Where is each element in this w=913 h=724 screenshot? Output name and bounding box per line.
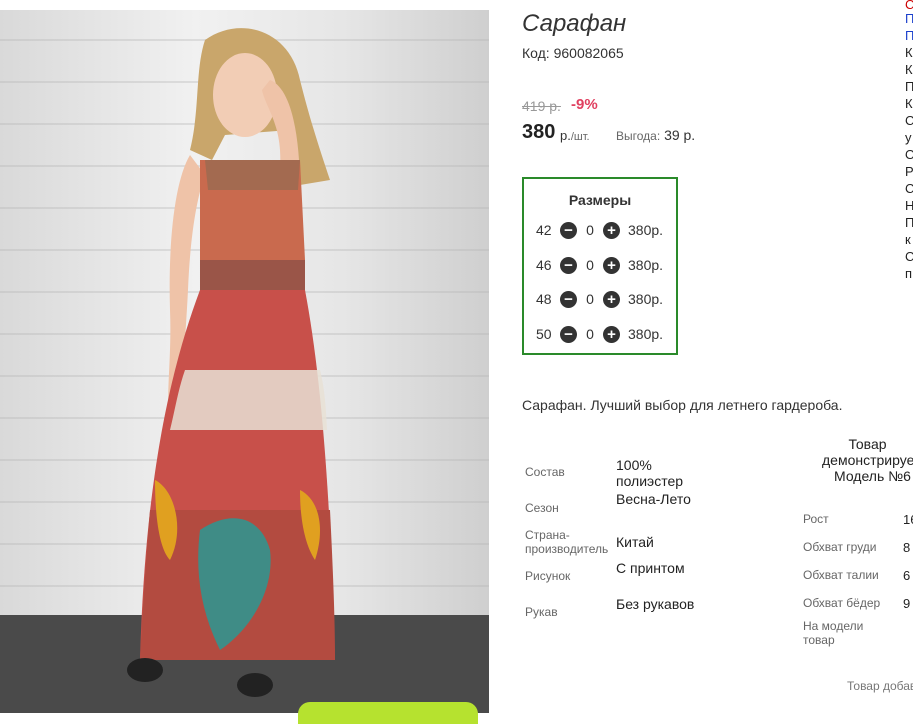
side-menu-item[interactable]: О bbox=[905, 146, 913, 163]
size-quantity: 0 bbox=[586, 222, 594, 238]
side-menu-item[interactable]: К bbox=[905, 95, 913, 112]
sizes-title: Размеры bbox=[568, 192, 632, 208]
minus-circle-icon[interactable]: − bbox=[560, 256, 577, 274]
side-menu-item[interactable]: К bbox=[905, 44, 913, 61]
side-menu-item[interactable]: П bbox=[905, 10, 913, 27]
side-menu: С П П К К П К С у О Р С Н П к С п bbox=[905, 0, 913, 282]
side-menu-item[interactable]: С bbox=[905, 180, 913, 197]
product-title: Сарафан bbox=[522, 10, 627, 37]
model-line: демонстрируе bbox=[822, 452, 913, 468]
old-price: 419 р. bbox=[522, 98, 561, 114]
side-menu-item[interactable]: С bbox=[905, 112, 913, 129]
side-menu-item[interactable]: п bbox=[905, 265, 913, 282]
minus-circle-icon[interactable]: − bbox=[560, 290, 577, 308]
attribute-value: Китай bbox=[616, 534, 654, 550]
size-quantity: 0 bbox=[586, 326, 594, 342]
side-menu-item[interactable]: П bbox=[905, 78, 913, 95]
size-number: 42 bbox=[536, 222, 552, 238]
plus-circle-icon[interactable]: + bbox=[603, 256, 620, 274]
model-info: Товар демонстрируе Модель №6 bbox=[822, 436, 913, 484]
side-menu-item[interactable]: Н bbox=[905, 197, 913, 214]
sizes-selector: Размеры 42 − 0 + 380р. 46 − 0 + 380р. 48… bbox=[522, 177, 678, 355]
attribute-key: Рукав bbox=[525, 605, 558, 619]
current-price: 380 bbox=[522, 121, 556, 143]
attribute-value: 100% полиэстер bbox=[616, 457, 684, 489]
side-menu-item[interactable]: у bbox=[905, 129, 913, 146]
attribute-value: Без рукавов bbox=[616, 596, 695, 612]
measure-value: 6 bbox=[903, 568, 911, 583]
discount-badge: -9% bbox=[571, 96, 598, 113]
minus-circle-icon[interactable]: − bbox=[560, 325, 577, 343]
benefit: Выгода: 39 р. bbox=[616, 127, 695, 143]
side-menu-item[interactable]: П bbox=[905, 214, 913, 231]
measure-value: 16 bbox=[903, 512, 913, 527]
attribute-key: Страна-производитель bbox=[525, 528, 609, 556]
product-code-value: 960082065 bbox=[553, 45, 624, 61]
product-code-label: Код: bbox=[522, 45, 550, 61]
measure-key: На модели товар bbox=[803, 619, 864, 647]
price-currency: р. bbox=[560, 128, 571, 143]
benefit-value: 39 р. bbox=[664, 127, 696, 143]
size-row: 46 − 0 + 380р. bbox=[536, 255, 663, 275]
plus-circle-icon[interactable]: + bbox=[603, 221, 620, 239]
measure-key: Обхват талии bbox=[803, 568, 879, 582]
size-quantity: 0 bbox=[586, 257, 594, 273]
size-row: 50 − 0 + 380р. bbox=[536, 324, 663, 344]
size-quantity: 0 bbox=[586, 291, 594, 307]
measure-key: Рост bbox=[803, 512, 829, 526]
size-row: 42 − 0 + 380р. bbox=[536, 220, 663, 240]
side-menu-item[interactable]: К bbox=[905, 61, 913, 78]
product-photo[interactable] bbox=[0, 10, 489, 713]
add-to-cart-button[interactable] bbox=[298, 702, 478, 724]
size-price: 380р. bbox=[628, 257, 664, 273]
price-per-unit: /шт. bbox=[570, 131, 590, 143]
product-code: Код: 960082065 bbox=[522, 45, 624, 61]
bottom-note: Товар добав bbox=[847, 679, 913, 693]
size-number: 46 bbox=[536, 257, 552, 273]
dress-photo-illustration bbox=[0, 28, 489, 713]
measure-value: 8 bbox=[903, 540, 911, 555]
side-menu-item[interactable]: С bbox=[905, 0, 913, 11]
size-number: 48 bbox=[536, 291, 552, 307]
plus-circle-icon[interactable]: + bbox=[603, 325, 620, 343]
side-menu-item[interactable]: к bbox=[905, 231, 913, 248]
size-number: 50 bbox=[536, 326, 552, 342]
product-description: Сарафан. Лучший выбор для летнего гардер… bbox=[522, 397, 843, 413]
model-line: Модель №6 bbox=[834, 468, 911, 484]
minus-circle-icon[interactable]: − bbox=[560, 221, 577, 239]
attribute-key: Состав bbox=[525, 465, 565, 479]
measure-key: Обхват бёдер bbox=[803, 596, 881, 610]
attribute-value: Весна-Лето bbox=[616, 491, 691, 507]
plus-circle-icon[interactable]: + bbox=[603, 290, 620, 308]
size-price: 380р. bbox=[628, 222, 664, 238]
attribute-key: Рисунок bbox=[525, 569, 571, 583]
side-menu-item[interactable]: Р bbox=[905, 163, 913, 180]
price-unit: р./шт. bbox=[560, 128, 590, 143]
measure-value: 9 bbox=[903, 596, 911, 611]
measure-key: Обхват груди bbox=[803, 540, 877, 554]
side-menu-item[interactable]: П bbox=[905, 27, 913, 44]
attribute-key: Сезон bbox=[525, 501, 559, 515]
size-row: 48 − 0 + 380р. bbox=[536, 289, 663, 309]
benefit-label: Выгода: bbox=[616, 129, 661, 143]
size-price: 380р. bbox=[628, 326, 664, 342]
side-menu-item[interactable]: С bbox=[905, 248, 913, 265]
attribute-value: С принтом bbox=[616, 560, 685, 576]
size-price: 380р. bbox=[628, 291, 664, 307]
model-line: Товар bbox=[848, 436, 887, 452]
